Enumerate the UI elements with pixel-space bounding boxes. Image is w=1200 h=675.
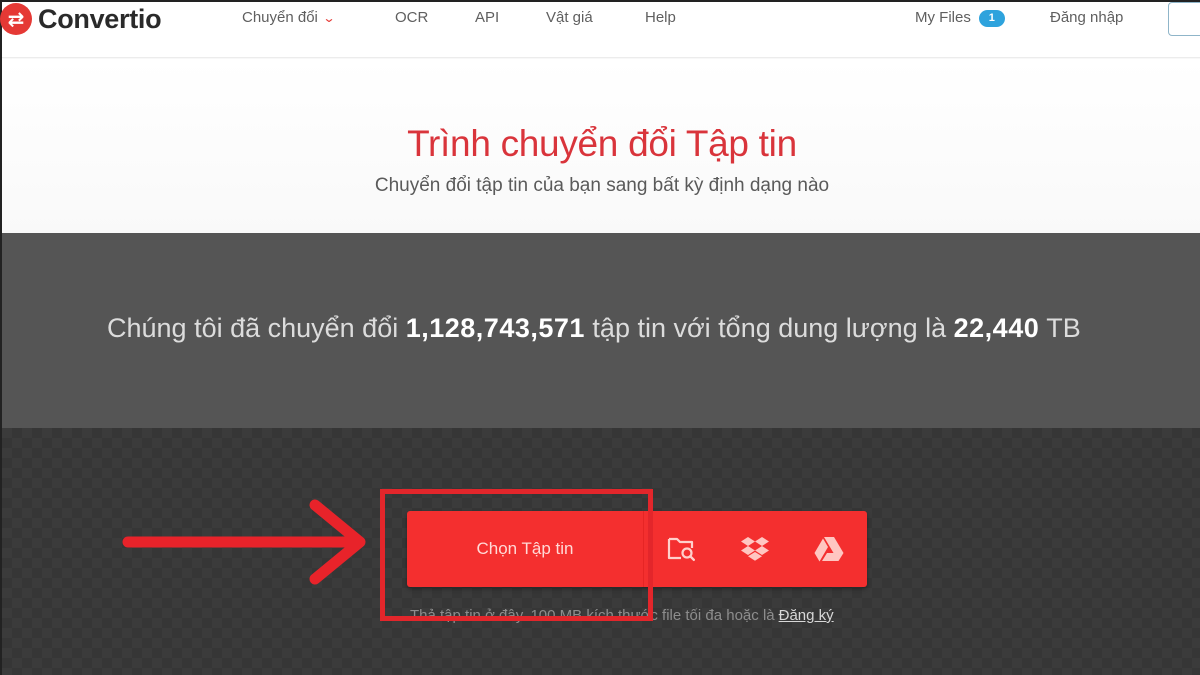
nav-my-files[interactable]: My Files 1	[915, 9, 1005, 27]
chevron-down-icon: ⌄	[322, 11, 336, 25]
my-files-count-badge: 1	[978, 10, 1005, 27]
files-converted-count: 1,128,743,571	[405, 313, 585, 343]
signup-button[interactable]	[1168, 2, 1200, 36]
upload-from-computer-button[interactable]	[644, 511, 718, 587]
page-title: Trình chuyển đổi Tập tin	[407, 123, 797, 164]
stats-prefix: Chúng tôi đã chuyển đổi	[107, 313, 399, 343]
upload-from-dropbox-button[interactable]	[718, 511, 792, 587]
hero-section: Trình chuyển đổi Tập tin Chuyển đổi tập …	[2, 59, 1200, 233]
nav-login[interactable]: Đăng nhập	[1050, 9, 1123, 26]
nav-help[interactable]: Help	[645, 9, 676, 26]
logo[interactable]: ⇄ Convertio	[0, 2, 162, 36]
total-size-unit: TB	[1046, 313, 1081, 343]
brand-name: Convertio	[38, 3, 162, 34]
nav-ocr[interactable]: OCR	[395, 9, 428, 26]
stats-band: Chúng tôi đã chuyển đổi 1,128,743,571 tậ…	[2, 233, 1200, 428]
arrow-right-annotation-icon	[122, 499, 366, 585]
top-navbar: ⇄ Convertio Chuyển đổi ⌄ OCR API Vật giá …	[0, 2, 1200, 58]
folder-search-icon	[667, 537, 695, 561]
stats-middle: tập tin với tổng dung lượng là	[592, 313, 947, 343]
signup-link[interactable]: Đăng ký	[779, 607, 834, 624]
total-size-value: 22,440	[953, 313, 1040, 343]
page-subtitle: Chuyển đổi tập tin của bạn sang bất kỳ đ…	[374, 175, 830, 196]
nav-convert[interactable]: Chuyển đổi ⌄	[242, 9, 336, 26]
upload-from-google-drive-button[interactable]	[792, 511, 866, 587]
my-files-label: My Files	[915, 9, 971, 26]
dropbox-icon	[741, 537, 769, 561]
nav-convert-label: Chuyển đổi	[242, 9, 318, 26]
google-drive-icon	[814, 537, 844, 562]
nav-pricing[interactable]: Vật giá	[546, 9, 593, 26]
nav-api[interactable]: API	[475, 9, 499, 26]
highlight-box-annotation	[380, 489, 653, 621]
convertio-logo-icon: ⇄	[0, 3, 32, 35]
stats-text: Chúng tôi đã chuyển đổi 1,128,743,571 tậ…	[107, 313, 1081, 344]
